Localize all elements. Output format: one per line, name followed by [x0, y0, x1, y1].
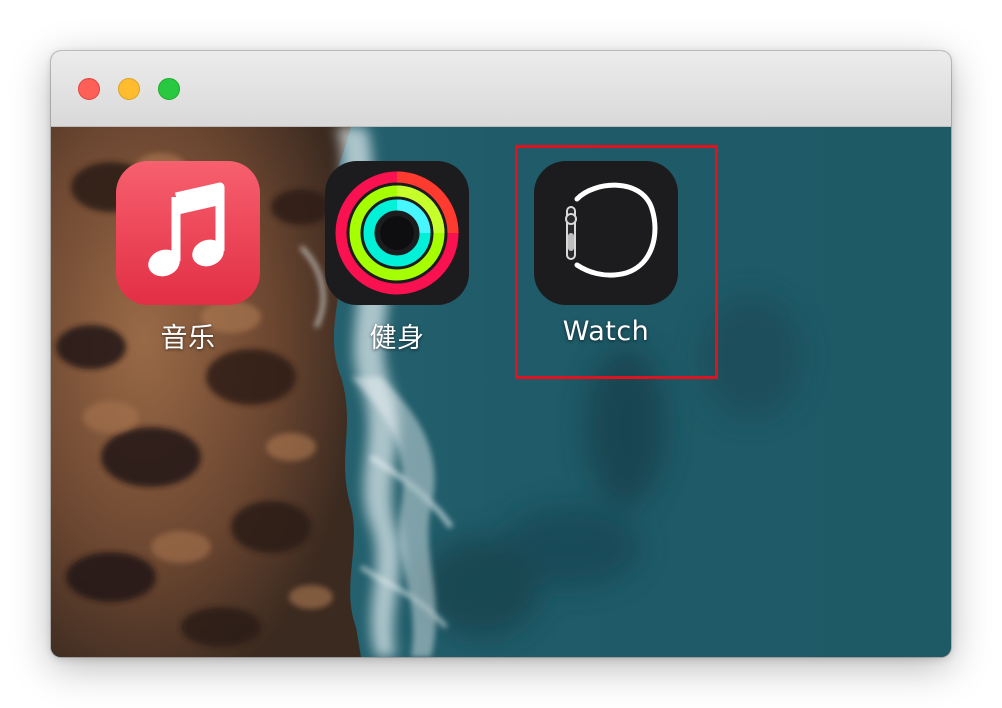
- title-bar: [51, 51, 951, 127]
- highlight-box: [515, 145, 718, 379]
- app-window: 音乐 健身 Watch: [51, 51, 951, 657]
- zoom-button[interactable]: [158, 78, 180, 100]
- minimize-button[interactable]: [118, 78, 140, 100]
- music-note-icon: [148, 182, 225, 277]
- fitness-app-label: 健身: [369, 323, 425, 354]
- close-button[interactable]: [78, 78, 100, 100]
- activity-rings-icon: [335, 171, 459, 295]
- music-app-label: 音乐: [160, 323, 216, 354]
- music-app-icon[interactable]: [116, 161, 260, 305]
- fitness-app-icon[interactable]: [325, 161, 469, 305]
- desktop: 音乐 健身 Watch: [51, 127, 951, 657]
